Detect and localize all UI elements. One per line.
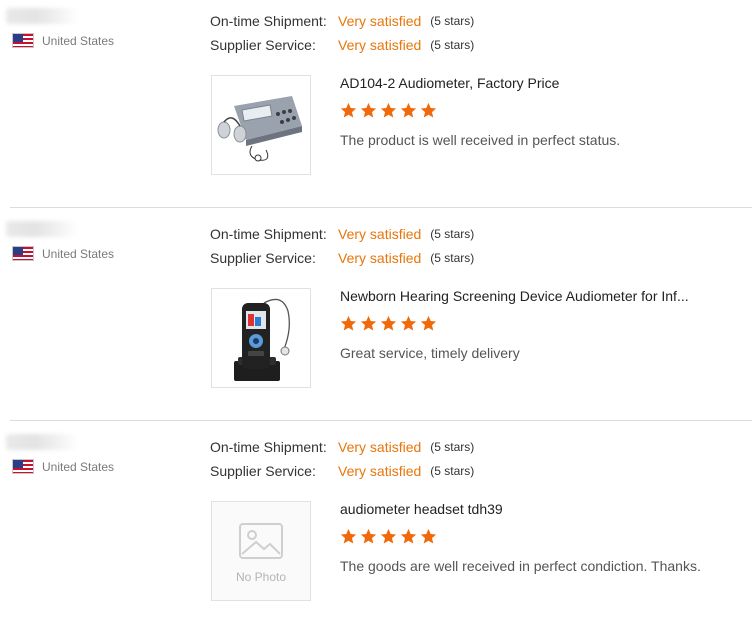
supplier-ratings: On-time Shipment: Very satisfied (5 star…	[210, 9, 474, 57]
star-icon	[400, 102, 417, 118]
star-icon	[420, 315, 437, 331]
no-photo-label: No Photo	[235, 570, 287, 584]
star-icon	[420, 528, 437, 544]
product-rating-stars	[340, 528, 740, 548]
review-item: United States On-time Shipment: Very sat…	[0, 426, 752, 639]
rating-count: (5 stars)	[430, 440, 475, 454]
star-icon	[400, 528, 417, 544]
divider	[10, 420, 752, 421]
star-icon	[380, 528, 397, 544]
star-icon	[360, 315, 377, 331]
product-info: AD104-2 Audiometer, Factory Price The pr…	[340, 75, 740, 148]
product-title-link[interactable]: AD104-2 Audiometer, Factory Price	[340, 75, 740, 93]
review-comment: The product is well received in perfect …	[340, 132, 621, 148]
rating-label: Supplier Service:	[210, 463, 316, 479]
country-name: United States	[42, 33, 115, 48]
product-rating-stars	[340, 102, 740, 122]
star-icon	[340, 102, 357, 118]
product-title-link[interactable]: audiometer headset tdh39	[340, 501, 740, 519]
rating-on-time-shipment: On-time Shipment: Very satisfied (5 star…	[210, 435, 474, 459]
star-icon	[400, 315, 417, 331]
rating-supplier-service: Supplier Service: Very satisfied (5 star…	[210, 33, 474, 57]
reviewer-country: United States	[12, 459, 114, 474]
star-icon	[340, 315, 357, 331]
rating-value: Very satisfied	[338, 463, 422, 479]
star-icon	[360, 102, 377, 118]
rating-count: (5 stars)	[430, 464, 475, 478]
product-thumbnail[interactable]: No Photo	[211, 501, 311, 601]
rating-label: Supplier Service:	[210, 250, 316, 266]
rating-supplier-service: Supplier Service: Very satisfied (5 star…	[210, 246, 474, 270]
product-info: Newborn Hearing Screening Device Audiome…	[340, 288, 740, 361]
rating-count: (5 stars)	[430, 14, 475, 28]
rating-count: (5 stars)	[430, 251, 475, 265]
no-photo-placeholder: No Photo	[212, 502, 310, 600]
divider	[10, 207, 752, 208]
rating-on-time-shipment: On-time Shipment: Very satisfied (5 star…	[210, 222, 474, 246]
reviewer-name-blurred	[6, 434, 78, 450]
review-comment: The goods are well received in perfect c…	[340, 558, 701, 574]
rating-count: (5 stars)	[430, 227, 475, 241]
rating-on-time-shipment: On-time Shipment: Very satisfied (5 star…	[210, 9, 474, 33]
product-thumbnail[interactable]	[211, 288, 311, 388]
country-name: United States	[42, 246, 115, 261]
reviewer-name-blurred	[6, 8, 78, 24]
rating-label: On-time Shipment:	[210, 439, 327, 455]
review-item: United States On-time Shipment: Very sat…	[0, 213, 752, 426]
rating-value: Very satisfied	[338, 13, 422, 29]
rating-supplier-service: Supplier Service: Very satisfied (5 star…	[210, 459, 474, 483]
rating-value: Very satisfied	[338, 250, 422, 266]
star-icon	[360, 528, 377, 544]
audiometer-image	[217, 96, 302, 162]
image-placeholder-icon	[239, 523, 283, 559]
rating-value: Very satisfied	[338, 439, 422, 455]
star-icon	[420, 102, 437, 118]
us-flag-icon	[12, 33, 34, 48]
star-icon	[340, 528, 357, 544]
product-rating-stars	[340, 315, 740, 335]
star-icon	[380, 102, 397, 118]
product-info: audiometer headset tdh39 The goods are w…	[340, 501, 740, 574]
star-icon	[380, 315, 397, 331]
rating-label: On-time Shipment:	[210, 13, 327, 29]
supplier-ratings: On-time Shipment: Very satisfied (5 star…	[210, 222, 474, 270]
product-title-link[interactable]: Newborn Hearing Screening Device Audiome…	[340, 288, 740, 306]
review-comment: Great service, timely delivery	[340, 345, 520, 361]
supplier-ratings: On-time Shipment: Very satisfied (5 star…	[210, 435, 474, 483]
rating-count: (5 stars)	[430, 38, 475, 52]
review-item: United States On-time Shipment: Very sat…	[0, 0, 752, 213]
us-flag-icon	[12, 459, 34, 474]
reviewer-country: United States	[12, 246, 114, 261]
country-name: United States	[42, 459, 115, 474]
us-flag-icon	[12, 246, 34, 261]
reviewer-country: United States	[12, 33, 114, 48]
rating-label: Supplier Service:	[210, 37, 316, 53]
product-thumbnail[interactable]	[211, 75, 311, 175]
rating-value: Very satisfied	[338, 226, 422, 242]
screener-image	[234, 298, 290, 381]
rating-label: On-time Shipment:	[210, 226, 327, 242]
reviewer-name-blurred	[6, 221, 78, 237]
rating-value: Very satisfied	[338, 37, 422, 53]
